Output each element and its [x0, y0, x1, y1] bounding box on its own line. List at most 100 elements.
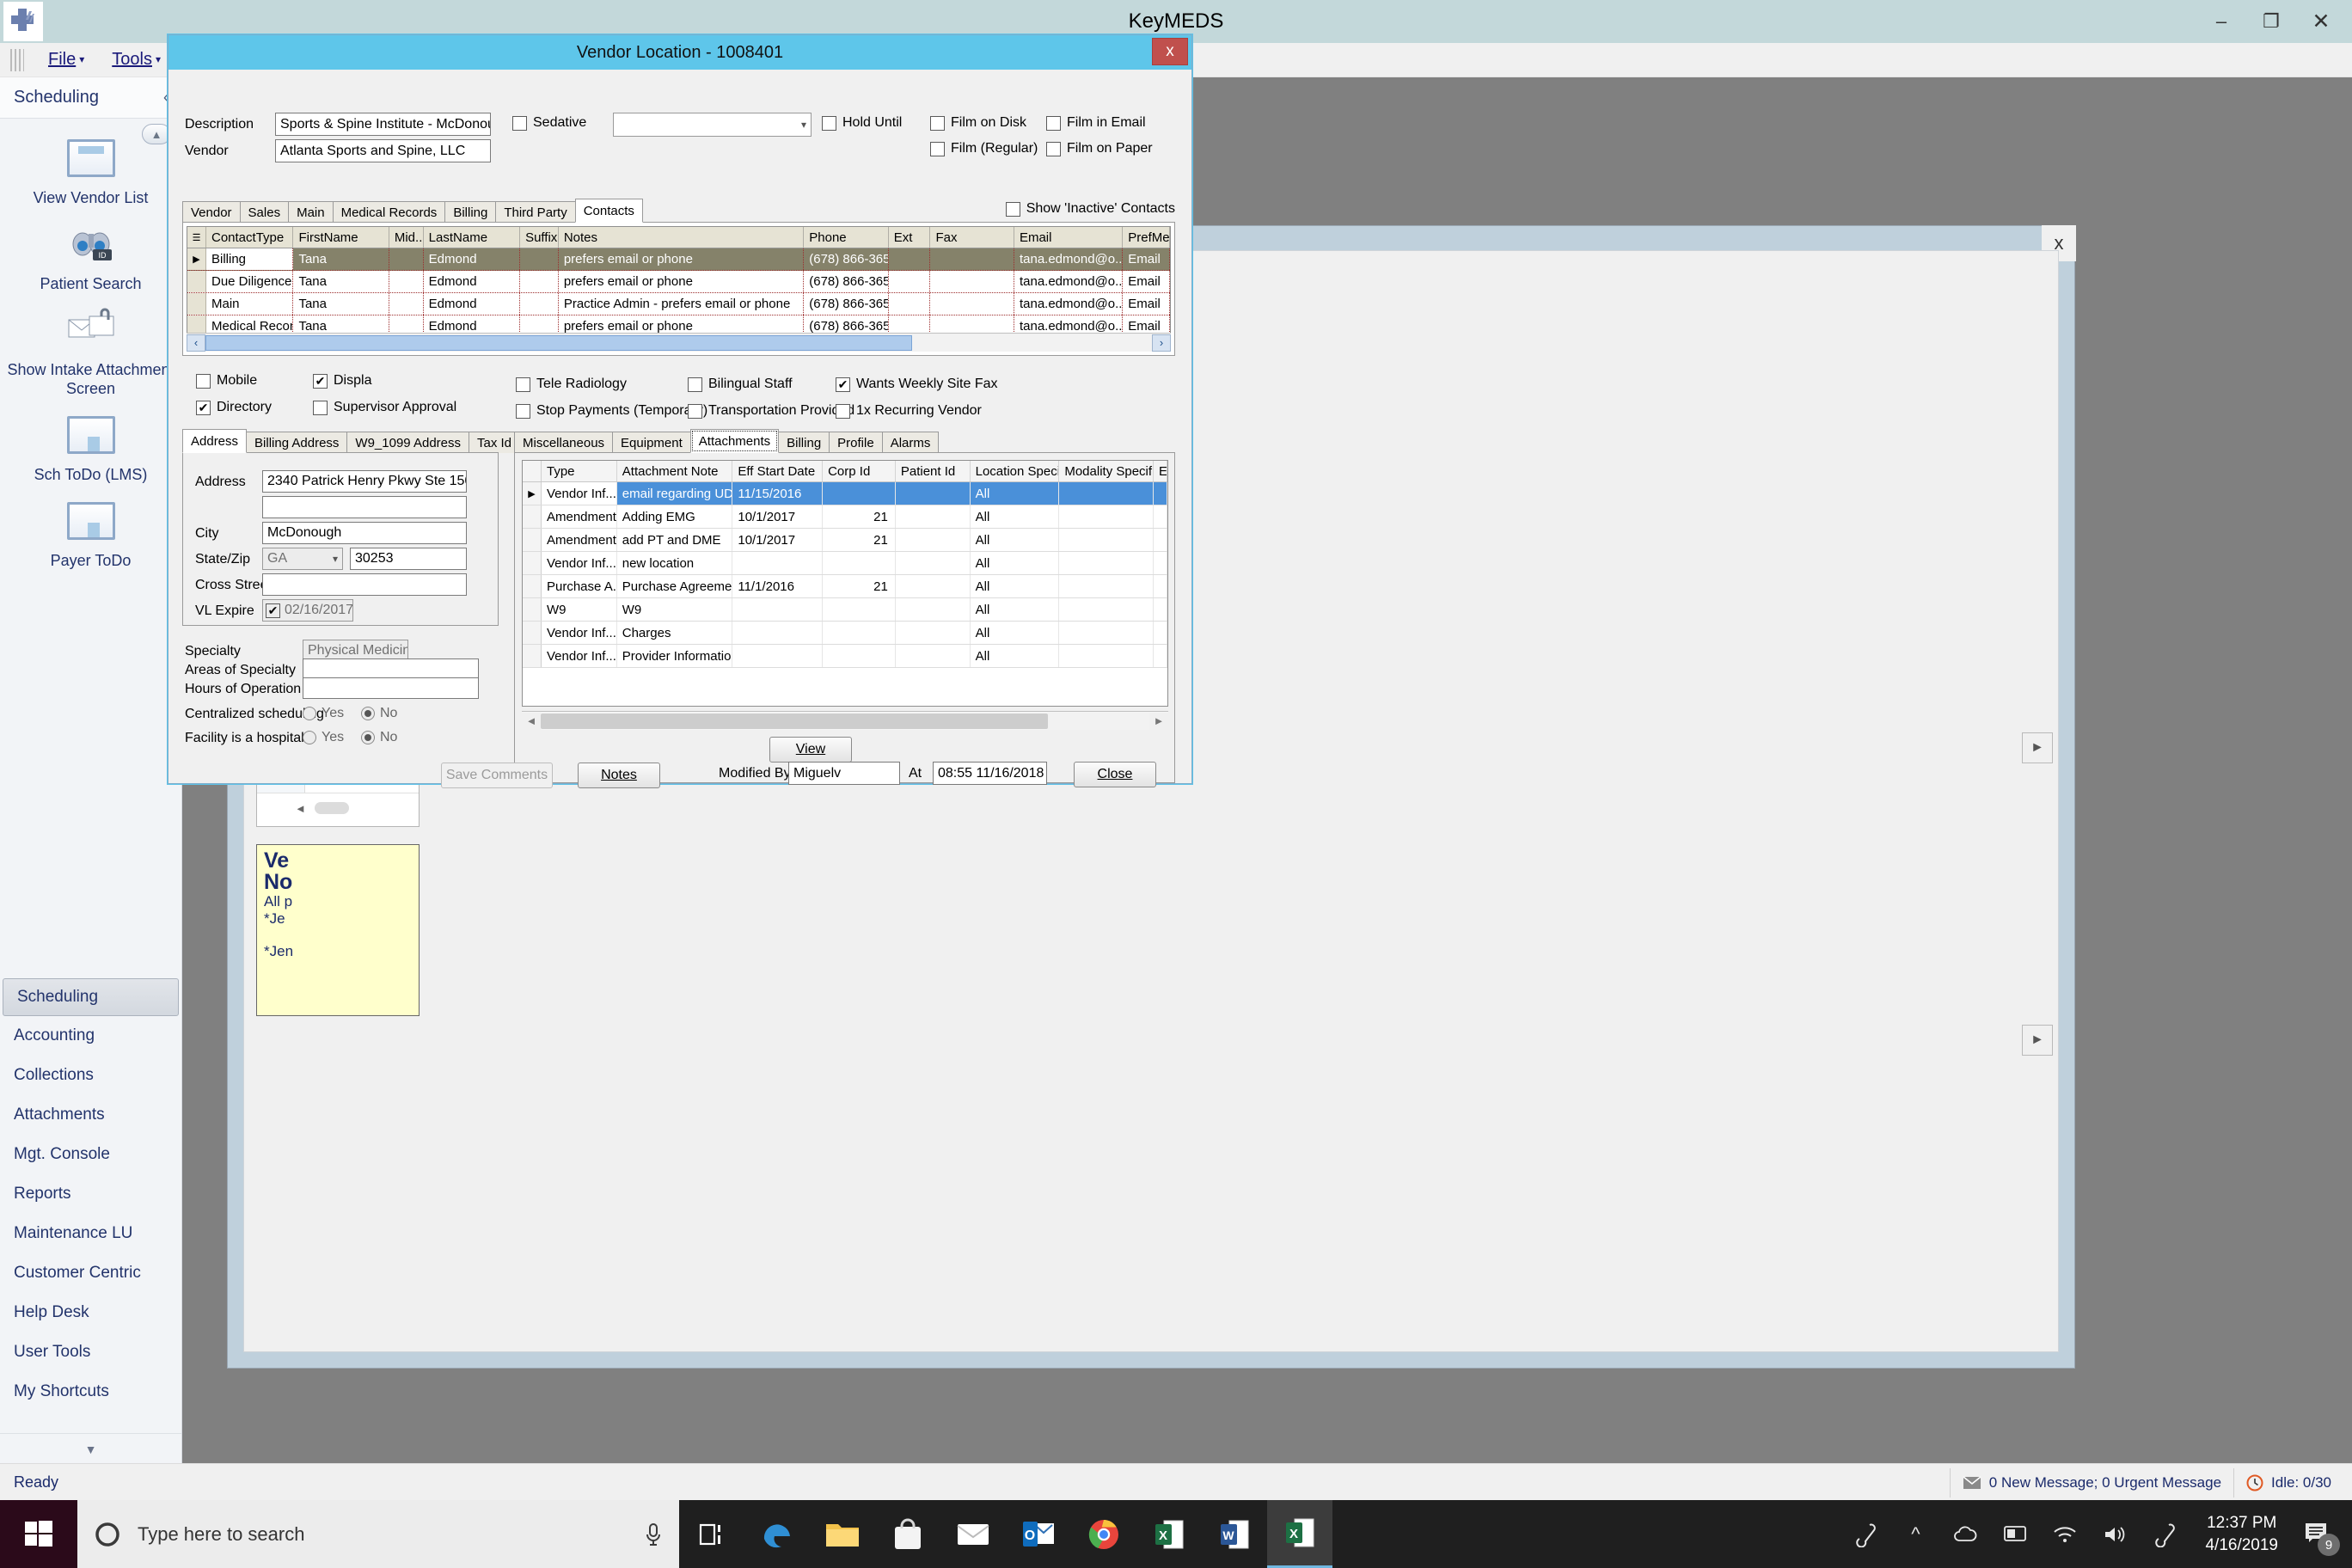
sidebar-nav-show-intake-attachment-screen[interactable]: Show Intake Attachment Screen	[0, 299, 181, 404]
tab-contacts[interactable]: Contacts	[574, 199, 643, 223]
tab-billing[interactable]: Billing	[444, 201, 497, 223]
menu-grip-handle[interactable]	[10, 48, 24, 71]
file-explorer-icon[interactable]	[810, 1500, 875, 1568]
store-icon[interactable]	[875, 1500, 940, 1568]
col-modality-specific[interactable]: Modality Specific	[1059, 461, 1155, 481]
taskbar-search-box[interactable]: Type here to search	[77, 1500, 679, 1568]
taskbar-clock[interactable]: 12:37 PM 4/16/2019	[2191, 1512, 2292, 1556]
col-contacttype[interactable]: ContactType	[206, 227, 294, 248]
address-line2-input[interactable]	[262, 496, 467, 518]
col-corp-id[interactable]: Corp Id	[823, 461, 896, 481]
hscroll-track[interactable]	[912, 334, 1152, 352]
tab-vendor[interactable]: Vendor	[182, 201, 241, 223]
row-selector[interactable]	[187, 271, 206, 292]
city-input[interactable]: McDonough	[262, 522, 467, 544]
bilingual-staff-checkbox[interactable]: Bilingual Staff	[688, 377, 793, 392]
tab-miscellaneous[interactable]: Miscellaneous	[514, 432, 614, 453]
tab-equipment[interactable]: Equipment	[612, 432, 691, 453]
row-selector[interactable]	[523, 505, 542, 528]
film-regular-checkbox[interactable]: Film (Regular)	[930, 141, 1038, 156]
menu-tools[interactable]: Tools ▾	[98, 47, 175, 72]
sidebar-item-reports[interactable]: Reports	[0, 1174, 181, 1214]
film-on-disk-checkbox[interactable]: Film on Disk	[930, 115, 1026, 131]
tab-billing-right[interactable]: Billing	[778, 432, 830, 453]
save-comments-button[interactable]: Save Comments	[441, 763, 553, 788]
wifi-icon[interactable]	[2042, 1500, 2088, 1568]
col-phone[interactable]: Phone	[804, 227, 889, 248]
scroll-up-icon[interactable]: ▲	[142, 124, 171, 144]
description-input[interactable]: Sports & Spine Institute - McDonough	[275, 113, 491, 136]
sidebar-item-my-shortcuts[interactable]: My Shortcuts	[0, 1372, 181, 1412]
sedative-checkbox[interactable]: Sedative	[512, 115, 586, 131]
chevron-up-icon[interactable]: ^	[1892, 1500, 1939, 1568]
sidebar-item-accounting[interactable]: Accounting	[0, 1016, 181, 1056]
dialog-close-button[interactable]: x	[1152, 38, 1188, 65]
sidebar-nav-patient-search[interactable]: ID Patient Search	[0, 213, 181, 299]
task-view-icon[interactable]	[679, 1500, 744, 1568]
volume-icon[interactable]	[2092, 1500, 2138, 1568]
tab-attachments[interactable]: Attachments	[689, 429, 780, 453]
vl-expire-checkbox[interactable]	[266, 603, 280, 618]
maximize-button[interactable]: ❐	[2247, 1, 2295, 42]
col-firstname[interactable]: FirstName	[293, 227, 389, 248]
row-selector[interactable]	[523, 598, 542, 621]
table-row[interactable]: W9 W9 All	[523, 598, 1167, 622]
sidebar-expand-more-icon[interactable]: ▼	[0, 1433, 181, 1456]
facility-hospital-yes-radio[interactable]: Yes	[303, 730, 344, 745]
table-row[interactable]: Due Diligence Tana Edmond prefers email …	[187, 271, 1170, 293]
col-en[interactable]: En	[1154, 461, 1167, 481]
col-prefmethod[interactable]: PrefMe	[1123, 227, 1170, 248]
tab-third-party[interactable]: Third Party	[495, 201, 576, 223]
col-fax[interactable]: Fax	[930, 227, 1014, 248]
tab-main[interactable]: Main	[288, 201, 334, 223]
notifications-icon[interactable]: 9	[2295, 1500, 2342, 1568]
col-eff-start-date[interactable]: Eff Start Date	[732, 461, 824, 481]
show-inactive-contacts-checkbox[interactable]: Show 'Inactive' Contacts	[1005, 201, 1175, 217]
row-selector[interactable]	[523, 575, 542, 597]
close-dialog-button[interactable]: Close	[1074, 762, 1156, 787]
table-row[interactable]: Vendor Inf... Charges All	[523, 622, 1167, 645]
mobile-checkbox[interactable]: Mobile	[196, 373, 257, 389]
row-selector[interactable]	[523, 529, 542, 551]
onedrive-icon[interactable]	[1942, 1500, 1988, 1568]
col-location-specific[interactable]: Location Specific	[971, 461, 1060, 481]
centralized-scheduling-no-radio[interactable]: No	[361, 706, 397, 721]
display-icon[interactable]	[1992, 1500, 2038, 1568]
contacts-grid-hscrollbar[interactable]: ‹ ›	[187, 333, 1171, 352]
excel-icon[interactable]: X	[1136, 1500, 1202, 1568]
background-notes-panel[interactable]: Ve No All p *Je *Jen	[256, 844, 420, 1016]
row-selector[interactable]	[523, 645, 542, 667]
tab-w9-1099-address[interactable]: W9_1099 Address	[346, 432, 469, 453]
close-button[interactable]: ✕	[2297, 1, 2345, 42]
status-messages-cell[interactable]: 0 New Message; 0 Urgent Message	[1949, 1467, 2233, 1498]
scroll-left-icon[interactable]: ◄	[522, 712, 541, 730]
table-row[interactable]: Amendment Adding EMG 10/1/2017 21 All	[523, 505, 1167, 529]
table-row[interactable]: Amendment add PT and DME 10/1/2017 21 Al…	[523, 529, 1167, 552]
sidebar-item-maintenance-lu[interactable]: Maintenance LU	[0, 1214, 181, 1253]
sidebar-item-user-tools[interactable]: User Tools	[0, 1332, 181, 1372]
row-selector[interactable]: ▶	[187, 248, 206, 270]
wants-weekly-site-fax-checkbox[interactable]: Wants Weekly Site Fax	[836, 377, 998, 392]
edge-icon[interactable]	[744, 1500, 810, 1568]
sidebar-nav-sch-todo-lms[interactable]: Sch ToDo (LMS)	[0, 404, 181, 490]
col-lastname[interactable]: LastName	[424, 227, 521, 248]
table-row[interactable]: Medical Records Tana Edmond prefers emai…	[187, 315, 1170, 334]
sidebar-item-mgt-console[interactable]: Mgt. Console	[0, 1135, 181, 1174]
centralized-scheduling-yes-radio[interactable]: Yes	[303, 706, 344, 721]
word-icon[interactable]: W	[1202, 1500, 1267, 1568]
state-select[interactable]: GA ▾	[262, 548, 343, 570]
background-scroll-right-icon-2[interactable]: ►	[2022, 1025, 2053, 1056]
col-ext[interactable]: Ext	[889, 227, 931, 248]
notes-button[interactable]: Notes	[578, 763, 660, 788]
scroll-right-icon[interactable]: ►	[1149, 712, 1168, 730]
row-selector[interactable]: ▶	[523, 482, 542, 505]
tab-tax-id[interactable]: Tax Id	[469, 432, 521, 453]
sidebar-nav-payer-todo[interactable]: Payer ToDo	[0, 490, 181, 576]
tab-profile[interactable]: Profile	[829, 432, 883, 453]
tab-medical-records[interactable]: Medical Records	[332, 201, 446, 223]
tab-address[interactable]: Address	[182, 429, 248, 453]
attachments-grid-hscrollbar[interactable]: ◄ ►	[522, 711, 1168, 730]
stop-payments-checkbox[interactable]: Stop Payments (Temporary)	[516, 403, 707, 419]
chrome-icon[interactable]	[1071, 1500, 1136, 1568]
directory-checkbox[interactable]: Directory	[196, 400, 272, 415]
